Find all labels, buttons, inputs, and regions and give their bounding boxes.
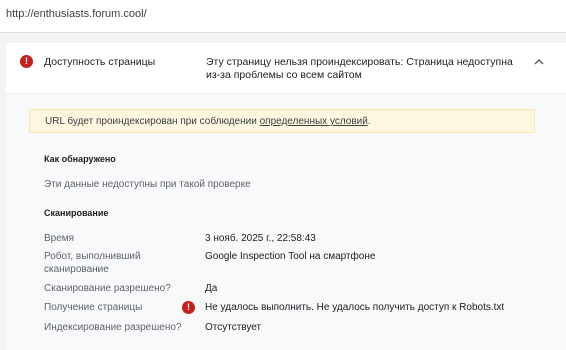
crawl-value-fetch: Не удалось выполнить. Не удалось получит… bbox=[205, 302, 505, 313]
page-availability-card: ! Доступность страницы Эту страницу нель… bbox=[6, 43, 566, 350]
discovery-heading: Как обнаружено bbox=[44, 154, 116, 164]
card-header[interactable]: ! Доступность страницы Эту страницу нель… bbox=[6, 43, 566, 94]
notice-prefix: URL будет проиндексирован при соблюдении bbox=[45, 116, 260, 127]
crawl-label-indexing: Индексирование разрешено? bbox=[44, 322, 182, 333]
card-title: Доступность страницы bbox=[44, 56, 156, 68]
crawl-heading: Сканирование bbox=[44, 208, 109, 218]
error-icon: ! bbox=[182, 301, 195, 314]
crawl-value-crawler: Google Inspection Tool на смартфоне bbox=[205, 251, 376, 262]
error-icon: ! bbox=[20, 55, 33, 68]
discovery-message: Эти данные недоступны при такой проверке bbox=[44, 179, 251, 190]
card-description: Эту страницу нельзя проиндексировать: Ст… bbox=[206, 56, 513, 81]
crawl-label-crawler: Робот, выполнивший сканирование bbox=[44, 251, 141, 275]
indexing-notice: URL будет проиндексирован при соблюдении… bbox=[29, 109, 535, 133]
chevron-up-icon[interactable] bbox=[532, 55, 546, 69]
crawl-value-time: 3 нояб. 2025 г., 22:58:43 bbox=[205, 233, 316, 244]
card-body: URL будет проиндексирован при соблюдении… bbox=[6, 94, 566, 350]
crawl-label-allowed: Сканирование разрешено? bbox=[44, 283, 171, 294]
crawl-value-indexing: Отсутствует bbox=[205, 322, 262, 333]
crawl-label-time: Время bbox=[44, 233, 75, 244]
crawl-value-allowed: Да bbox=[205, 283, 218, 294]
conditions-link[interactable]: определенных условий bbox=[260, 116, 368, 127]
url-bar: http://enthusiasts.forum.cool/ bbox=[0, 0, 566, 33]
page-url: http://enthusiasts.forum.cool/ bbox=[6, 8, 147, 20]
notice-text: URL будет проиндексирован при соблюдении… bbox=[45, 116, 371, 127]
notice-suffix: . bbox=[367, 116, 371, 127]
crawl-label-fetch: Получение страницы bbox=[44, 302, 143, 313]
